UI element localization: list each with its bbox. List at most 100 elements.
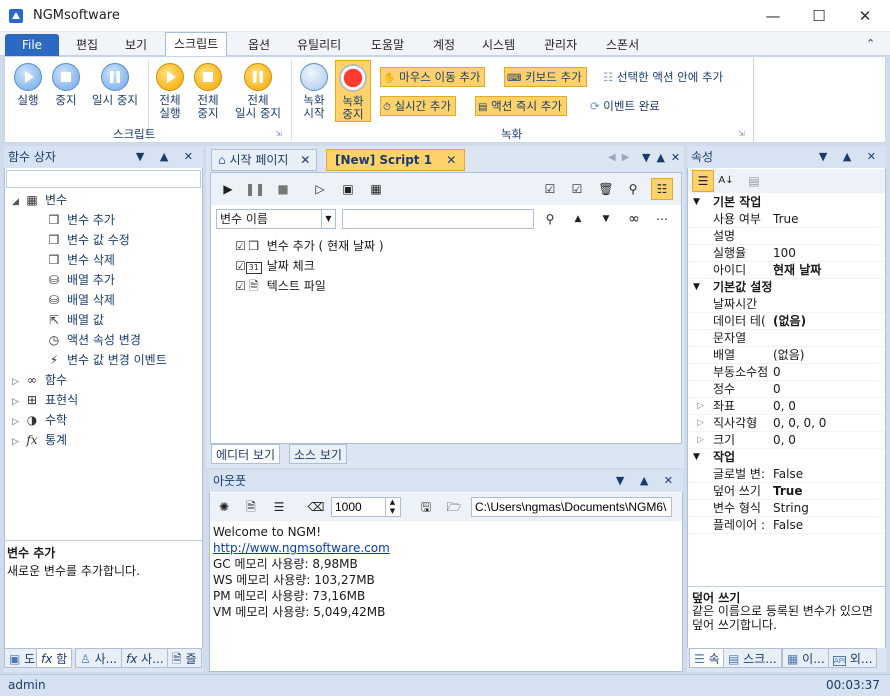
checkbox-checked-icon[interactable]: ☑	[235, 259, 246, 273]
expanded-arrow-icon[interactable]: ◢	[12, 192, 24, 212]
property-row[interactable]: 설명	[689, 228, 884, 245]
move-up-icon[interactable]: ▲	[567, 208, 589, 230]
folder-icon[interactable]: 🗁	[443, 496, 465, 518]
menu-admin[interactable]: 관리자	[544, 36, 577, 54]
script-item[interactable]: ☑ 🗎 텍스트 파일	[235, 276, 675, 296]
variable-combo[interactable]: 변수 이름 ▼	[216, 209, 336, 229]
collapsed-arrow-icon[interactable]: ▷	[12, 372, 24, 392]
collapse-arrow-icon[interactable]: ▼	[693, 449, 700, 466]
property-row[interactable]: 부동소수점 0	[689, 364, 884, 381]
tab-source-view[interactable]: 소스 보기	[289, 444, 347, 464]
categorized-icon[interactable]: ☰	[692, 170, 714, 192]
editor-search-input[interactable]	[342, 209, 534, 229]
property-row[interactable]: 아이디 현재 날짜	[689, 262, 884, 279]
expand-arrow-icon[interactable]: ▷	[697, 398, 704, 415]
tab-editor-view[interactable]: 에디터 보기	[211, 444, 281, 464]
tab-properties[interactable]: ☰ 속	[689, 648, 725, 668]
add-action-now-button[interactable]: ▤ 액션 즉시 추가	[475, 96, 567, 116]
tab-toolbox[interactable]: ▣ 도	[4, 648, 41, 668]
tree-item-add-variable[interactable]: ❒ 변수 추가	[12, 210, 202, 230]
stop-all-button[interactable]: 전체 중지	[191, 63, 225, 120]
find-icon[interactable]: ⚲	[622, 178, 644, 200]
add-keyboard-button[interactable]: ⌨ 키보드 추가	[504, 67, 587, 87]
step-into-icon[interactable]: ▣	[337, 178, 359, 200]
tree-item-delete-variable[interactable]: ❒ 변수 삭제	[12, 250, 202, 270]
broom-icon[interactable]: ✺	[213, 496, 235, 518]
property-row[interactable]: 정수 0	[689, 381, 884, 398]
sort-alpha-icon[interactable]: A↓	[715, 170, 737, 192]
checkbox-checked-icon[interactable]: ☑	[235, 239, 246, 253]
dialog-launcher-icon[interactable]: ⇲	[275, 129, 282, 138]
tree-item-delete-array[interactable]: ⛁ 배열 삭제	[12, 290, 202, 310]
tree-item-array-value[interactable]: ⇱ 배열 값	[12, 310, 202, 330]
save-icon[interactable]: 🖫	[415, 496, 437, 518]
collapse-arrow-icon[interactable]: ▼	[693, 194, 700, 211]
menu-utilities[interactable]: 유틸리티	[297, 36, 341, 54]
tree-item-statistics[interactable]: ▷ fx 통계	[12, 430, 202, 450]
property-row[interactable]: 실행율 100	[689, 245, 884, 262]
close-tab-icon[interactable]: ✕	[300, 153, 310, 167]
tab-favorites[interactable]: 🗎 즐	[167, 648, 202, 668]
collapsed-arrow-icon[interactable]: ▷	[12, 432, 24, 452]
menu-script[interactable]: 스크립트	[165, 32, 228, 57]
script-item[interactable]: ☑ 31 날짜 체크	[235, 256, 675, 276]
property-row[interactable]: ▷ 직사각형 0, 0, 0, 0	[689, 415, 884, 432]
check-icon[interactable]: ☑	[566, 178, 588, 200]
tab-image[interactable]: ▦ 이...	[782, 648, 830, 668]
tab-start-page[interactable]: ⌂ 시작 페이지 ✕	[211, 149, 318, 171]
checkbox-checked-icon[interactable]: ☑	[235, 279, 246, 293]
more-icon[interactable]: ⋯	[651, 208, 673, 230]
panel-header-icons[interactable]: ▼ ▲ ✕	[819, 146, 882, 168]
run-button[interactable]: 실행	[10, 63, 46, 107]
panel-header-icons[interactable]: ▼ ▲ ✕	[136, 146, 199, 168]
property-row[interactable]: 날짜시간	[689, 296, 884, 313]
tree-item-edit-variable[interactable]: ❒ 변수 값 수정	[12, 230, 202, 250]
tree-item-math[interactable]: ▷ ◑ 수학	[12, 410, 202, 430]
property-row[interactable]: ▷ 크기 0, 0	[689, 432, 884, 449]
minimize-icon[interactable]: —	[750, 0, 796, 32]
property-row[interactable]: 플레이어 : False	[689, 517, 884, 534]
add-mouse-move-button[interactable]: ✋ 마우스 이동 추가	[380, 67, 486, 87]
tree-item-function[interactable]: ▷ ∞ 함수	[12, 370, 202, 390]
run-all-button[interactable]: 전체 실행	[153, 63, 187, 120]
property-row[interactable]: 사용 여부 True	[689, 211, 884, 228]
output-path-input[interactable]	[471, 497, 672, 517]
editor-window-icons[interactable]: ▼▲✕	[642, 151, 686, 164]
tree-view-icon[interactable]: ☷	[651, 178, 673, 200]
list-icon[interactable]: ☰	[268, 496, 290, 518]
collapse-ribbon-icon[interactable]: ⌃	[866, 37, 875, 50]
property-row[interactable]: 문자열	[689, 330, 884, 347]
delete-icon[interactable]: 🗑	[595, 178, 617, 200]
menu-file[interactable]: File	[5, 34, 59, 56]
function-search-input[interactable]	[6, 170, 201, 188]
collapsed-arrow-icon[interactable]: ▷	[12, 392, 24, 412]
stop-icon[interactable]: ■	[272, 178, 294, 200]
property-row[interactable]: ▷ 좌표 0, 0	[689, 398, 884, 415]
pause-all-button[interactable]: 전체 일시 중지	[230, 63, 286, 120]
tab-function[interactable]: fx 함	[36, 648, 73, 668]
infinity-icon[interactable]: ∞	[623, 208, 645, 230]
menu-help[interactable]: 도움말	[371, 36, 404, 54]
property-category[interactable]: ▼ 작업	[689, 449, 884, 466]
expand-arrow-icon[interactable]: ▷	[697, 415, 704, 432]
tree-item-expression[interactable]: ▷ ⊞ 표현식	[12, 390, 202, 410]
tree-item-variable-change-event[interactable]: ⚡ 변수 값 변경 이벤트	[12, 350, 202, 370]
move-down-icon[interactable]: ▼	[595, 208, 617, 230]
property-category[interactable]: ▼ 기본값 설정	[689, 279, 884, 296]
menu-edit[interactable]: 편집	[76, 36, 98, 54]
collapsed-arrow-icon[interactable]: ▷	[12, 412, 24, 432]
dialog-launcher-icon[interactable]: ⇲	[738, 129, 745, 138]
menu-system[interactable]: 시스템	[482, 36, 515, 54]
check-all-icon[interactable]: ☑	[539, 178, 561, 200]
close-icon[interactable]: ✕	[842, 0, 888, 32]
eraser-icon[interactable]: ⌫	[305, 496, 327, 518]
tab-user-function[interactable]: fx 사...	[121, 648, 169, 668]
new-file-icon[interactable]: 🗎	[240, 496, 262, 518]
add-realtime-button[interactable]: ⏱ 실시간 추가	[380, 96, 457, 116]
collapse-arrow-icon[interactable]: ▼	[693, 279, 700, 296]
add-inside-action-button[interactable]: ☷ 선택한 액션 안에 추가	[600, 67, 728, 87]
property-row[interactable]: 글로벌 변: False	[689, 466, 884, 483]
expand-arrow-icon[interactable]: ▷	[697, 432, 704, 449]
step-icon[interactable]: ▷	[309, 178, 331, 200]
stop-button[interactable]: 중지	[50, 63, 82, 107]
